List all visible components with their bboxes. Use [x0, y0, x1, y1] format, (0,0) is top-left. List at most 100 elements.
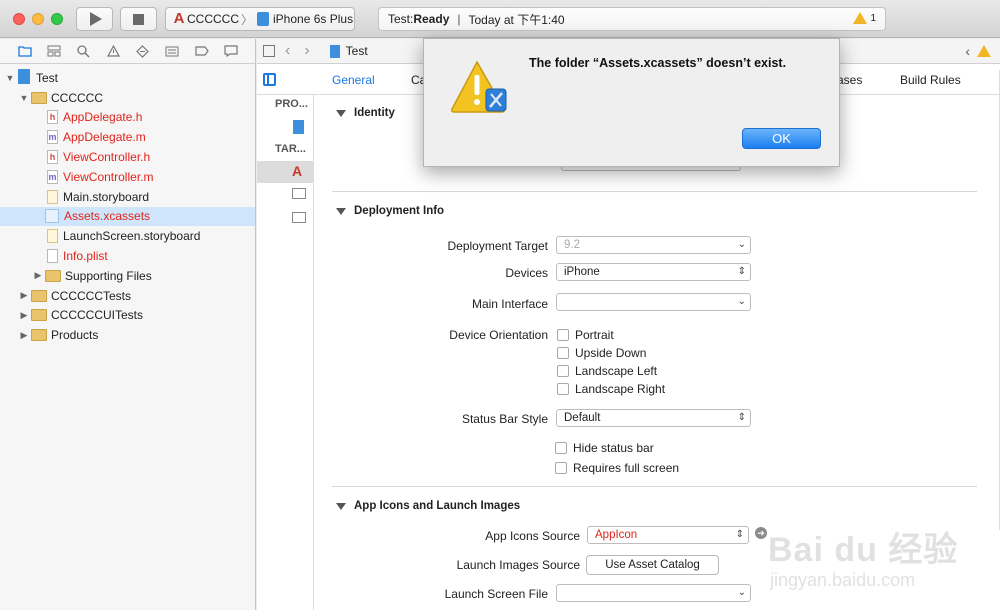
stop-button[interactable]	[120, 7, 157, 31]
scheme-selector[interactable]: A CCCCCC 〉 iPhone 6s Plus	[165, 7, 355, 31]
hide-status-bar-checkbox[interactable]: Hide status bar	[555, 441, 654, 455]
checkbox-label: Portrait	[575, 328, 614, 342]
disclosure-closed-icon[interactable]: ▶	[33, 270, 43, 281]
activity-viewer: Test: Ready | Today at 下午1:40 1	[378, 7, 886, 31]
app-icons-source-select[interactable]: AppIcon ⇕	[587, 526, 749, 544]
forward-arrow-icon[interactable]: ›	[304, 42, 309, 60]
test-diamond-icon[interactable]	[128, 41, 158, 61]
tree-item-label: Main.storyboard	[63, 189, 150, 204]
tree-item-label: CCCCCCTests	[51, 288, 132, 303]
tree-item-file[interactable]: h ViewController.h	[0, 147, 255, 167]
project-file-icon[interactable]	[293, 120, 304, 134]
tab-build-phases[interactable]: ases	[837, 73, 862, 87]
related-items-icon[interactable]	[263, 45, 275, 57]
launch-screen-file-label: Launch Screen File	[444, 587, 548, 601]
tree-item-file[interactable]: Info.plist	[0, 246, 255, 266]
minimize-window-button[interactable]	[32, 13, 44, 25]
identity-section-header[interactable]: Identity	[336, 107, 395, 119]
issue-warning-icon[interactable]	[99, 41, 129, 61]
header-file-icon: h	[47, 150, 58, 165]
back-arrow-icon[interactable]: ‹	[285, 42, 290, 60]
tree-item-group[interactable]: ▼ CCCCCC	[0, 88, 255, 108]
tree-item-group[interactable]: ▶ CCCCCCTests	[0, 286, 255, 306]
checkbox-box	[555, 442, 567, 454]
tab-build-rules[interactable]: Build Rules	[900, 73, 961, 87]
landscape-right-checkbox[interactable]: Landscape Right	[557, 382, 665, 396]
file-tree: ▼ Test ▼ CCCCCC h AppDelegate.h m AppDel…	[0, 64, 255, 345]
app-target-icon: A	[173, 10, 185, 27]
app-target-icon[interactable]: A	[292, 164, 306, 178]
tree-item-label: Test	[36, 70, 59, 85]
tree-item-file[interactable]: LaunchScreen.storyboard	[0, 226, 255, 246]
debug-list-icon[interactable]	[158, 41, 188, 61]
tree-item-file[interactable]: m ViewController.m	[0, 167, 255, 187]
report-bubble-icon[interactable]	[217, 41, 247, 61]
disclosure-open-icon[interactable]: ▼	[19, 93, 29, 103]
device-icon	[257, 12, 270, 26]
disclosure-open-icon[interactable]: ▼	[5, 73, 15, 83]
checkbox-label: Upside Down	[575, 346, 647, 360]
zoom-window-button[interactable]	[51, 13, 63, 25]
tree-item-file[interactable]: h AppDelegate.h	[0, 108, 255, 128]
warning-count: 1	[870, 12, 876, 24]
status-bar-style-label: Status Bar Style	[461, 412, 548, 426]
tree-item-group[interactable]: ▶ Supporting Files	[0, 266, 255, 286]
tree-item-file-selected[interactable]: Assets.xcassets	[0, 206, 255, 227]
devices-label: Devices	[505, 266, 548, 280]
updown-chevron-icon: ⇕	[737, 412, 746, 423]
chevron-down-icon: ⌄	[737, 296, 746, 307]
folder-icon	[31, 309, 47, 322]
show-targets-toggle-icon[interactable]	[263, 73, 276, 86]
devices-value: iPhone	[564, 266, 600, 278]
tree-item-file[interactable]: Main.storyboard	[0, 187, 255, 207]
upside-down-checkbox[interactable]: Upside Down	[557, 346, 646, 360]
deployment-section-header[interactable]: Deployment Info	[336, 205, 444, 217]
main-interface-label: Main Interface	[471, 297, 548, 311]
status-bar-style-select[interactable]: Default ⇕	[556, 409, 751, 427]
warning-indicator[interactable]: 1	[853, 12, 876, 24]
use-asset-catalog-button[interactable]: Use Asset Catalog	[586, 555, 719, 575]
stop-icon	[133, 13, 144, 25]
main-interface-combo[interactable]: ⌄	[556, 293, 751, 311]
checkbox-box	[555, 462, 567, 474]
search-icon[interactable]	[69, 41, 99, 61]
device-name: iPhone 6s Plus	[273, 12, 354, 26]
tree-item-file[interactable]: m AppDelegate.m	[0, 127, 255, 147]
previous-issue-icon[interactable]: ‹	[965, 43, 970, 59]
scheme-name: CCCCCC	[187, 12, 239, 26]
ok-button[interactable]: OK	[742, 128, 821, 149]
disclosure-closed-icon[interactable]: ▶	[19, 330, 29, 341]
folder-icon	[45, 269, 61, 282]
project-section-header: PRO...	[275, 98, 309, 110]
folder-icon[interactable]	[10, 41, 40, 61]
warning-icon[interactable]	[977, 45, 991, 57]
uitest-target-icon[interactable]	[292, 212, 306, 223]
disclosure-closed-icon[interactable]: ▶	[19, 310, 29, 321]
tree-item-label: ViewController.h	[63, 150, 151, 165]
requires-full-screen-checkbox[interactable]: Requires full screen	[555, 461, 679, 475]
tree-item-label: ViewController.m	[63, 169, 154, 184]
hierarchy-icon[interactable]	[40, 41, 70, 61]
launch-screen-file-combo[interactable]: ⌄	[556, 584, 751, 602]
tree-item-group[interactable]: ▶ Products	[0, 325, 255, 345]
section-divider	[332, 486, 977, 487]
test-target-icon[interactable]	[292, 188, 306, 199]
close-window-button[interactable]	[13, 13, 25, 25]
tree-item-group[interactable]: ▶ CCCCCCUITests	[0, 306, 255, 326]
run-button[interactable]	[76, 7, 113, 31]
portrait-checkbox[interactable]: Portrait	[557, 328, 614, 342]
implementation-file-icon: m	[47, 169, 58, 184]
breadcrumb[interactable]: Test	[346, 44, 368, 58]
breakpoint-icon[interactable]	[187, 41, 217, 61]
deployment-target-combo[interactable]: 9.2 ⌄	[556, 236, 751, 254]
disclosure-closed-icon[interactable]: ▶	[19, 290, 29, 301]
landscape-left-checkbox[interactable]: Landscape Left	[557, 364, 657, 378]
checkbox-label: Landscape Left	[575, 364, 658, 378]
alert-sheet: The folder “Assets.xcassets” doesn’t exi…	[423, 38, 840, 167]
devices-select[interactable]: iPhone ⇕	[556, 263, 751, 281]
checkbox-label: Hide status bar	[573, 441, 654, 455]
tree-item-project[interactable]: ▼ Test	[0, 68, 255, 88]
tab-general[interactable]: General	[332, 73, 375, 87]
app-icons-section-header[interactable]: App Icons and Launch Images	[336, 500, 520, 512]
project-navigator: ▼ Test ▼ CCCCCC h AppDelegate.h m AppDel…	[0, 39, 256, 610]
